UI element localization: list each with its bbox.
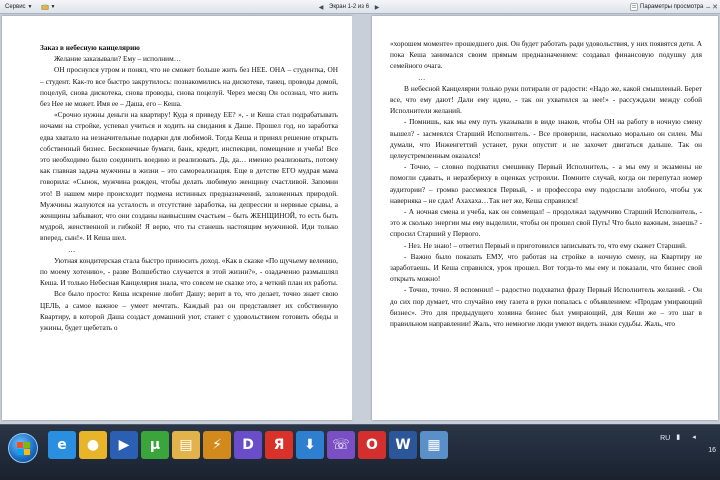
opera-icon: O xyxy=(366,437,378,453)
windows-logo-icon xyxy=(17,442,30,455)
taskbar-app-winamp[interactable]: ⚡ xyxy=(203,431,231,459)
chevron-down-icon: ▼ xyxy=(27,3,33,10)
start-button[interactable] xyxy=(8,433,38,463)
clock[interactable]: 16 xyxy=(708,447,716,454)
page-text-right: «хорошем моменте» прошедшего дня. Он буд… xyxy=(390,38,702,329)
taskbar-app-utorrent[interactable]: µ xyxy=(141,431,169,459)
taskbar-app-image-viewer[interactable]: ▦ xyxy=(420,431,448,459)
paragraph: - Точно, точно. Я вспомнил! – радостно п… xyxy=(390,285,702,329)
taskbar-app-download-app[interactable]: ⬇ xyxy=(296,431,324,459)
chrome-icon: ● xyxy=(86,437,100,453)
paragraph: - Важно было показать ЕМУ, что работая н… xyxy=(390,251,702,284)
system-tray: RU ▮ ◂ 16 xyxy=(660,429,716,473)
paragraph: Все было просто: Кеша искренне любит Даш… xyxy=(40,289,338,333)
internet-explorer-icon: e xyxy=(57,437,67,453)
language-indicator[interactable]: RU xyxy=(660,435,670,442)
paragraph: ОН проснулся утром и понял, что не сможе… xyxy=(40,65,338,109)
chevron-down-icon: ▼ xyxy=(50,3,56,10)
next-screen-button[interactable]: ▶ xyxy=(372,2,382,12)
minimize-icon[interactable]: – xyxy=(706,4,710,11)
page-position: Экран 1-2 из 6 xyxy=(329,4,370,10)
paragraph: «хорошем моменте» прошедшего дня. Он буд… xyxy=(390,39,702,71)
service-label: Сервис xyxy=(5,3,26,10)
taskbar-app-media-player[interactable]: ▶ xyxy=(110,431,138,459)
page-navigator: ◀ Экран 1-2 из 6 ▶ xyxy=(316,1,382,13)
page-gutter xyxy=(352,16,372,420)
close-icon[interactable]: ✕ xyxy=(712,3,718,11)
story-title: Заказ в небесную канцелярию xyxy=(40,43,140,52)
tools-menu-button[interactable]: ▼ xyxy=(38,1,59,13)
paragraph: «Срочно нужны деньги на квартиру! Куда я… xyxy=(40,110,338,243)
window-controls: – ✕ xyxy=(706,1,718,13)
daemon-tools-icon: D xyxy=(242,437,254,453)
winamp-icon: ⚡ xyxy=(212,437,222,453)
paragraph: - Точно, – словно подхватил смешинку Пер… xyxy=(390,162,702,205)
paragraph: - Помнишь, как мы ему путь указывали в в… xyxy=(390,117,702,161)
page-text-left: Заказ в небесную канцелярию Желание заказ… xyxy=(40,42,338,333)
reading-toolbar: Сервис ▼ ▼ ◀ Экран 1-2 из 6 ▶ Параметры … xyxy=(0,0,720,14)
download-app-icon: ⬇ xyxy=(304,437,316,453)
view-options-icon xyxy=(630,3,638,11)
paragraph: - Нез. Не знаю! – ответил Первый и приго… xyxy=(404,240,687,250)
utorrent-icon: µ xyxy=(149,437,161,453)
volume-icon[interactable]: ◂ xyxy=(692,433,702,443)
paragraph: … xyxy=(68,244,76,254)
windows-taskbar: e ● ▶ µ ▤ ⚡ D Я ⬇ ☏ O W ▦ RU ▮ ◂ 16 xyxy=(0,424,720,480)
view-options-button[interactable]: Параметры просмотра xyxy=(627,1,706,13)
taskbar-app-viber[interactable]: ☏ xyxy=(327,431,355,459)
taskbar-app-yandex[interactable]: Я xyxy=(265,431,293,459)
taskbar-app-chrome[interactable]: ● xyxy=(79,431,107,459)
media-player-icon: ▶ xyxy=(118,437,130,453)
yandex-icon: Я xyxy=(273,437,285,453)
taskbar-app-word[interactable]: W xyxy=(389,431,417,459)
paragraph: … xyxy=(418,72,426,82)
image-viewer-icon: ▦ xyxy=(427,437,441,453)
taskbar-app-opera[interactable]: O xyxy=(358,431,386,459)
taskbar-app-internet-explorer[interactable]: e xyxy=(48,431,76,459)
view-options-label: Параметры просмотра xyxy=(640,4,704,10)
paragraph: - А ночная смена и учеба, как он совмеща… xyxy=(390,207,702,239)
taskbar-app-file-explorer[interactable]: ▤ xyxy=(172,431,200,459)
previous-screen-button[interactable]: ◀ xyxy=(316,2,326,12)
paragraph: В небесной Канцелярии только руки потира… xyxy=(390,83,702,116)
paragraph: Желание заказывали? Ему – исполним… xyxy=(54,54,181,64)
file-explorer-icon: ▤ xyxy=(179,437,193,453)
service-menu-button[interactable]: Сервис ▼ xyxy=(2,1,36,13)
word-icon: W xyxy=(395,437,411,453)
paragraph: Уютная кондитерская стала быстро приноси… xyxy=(40,255,338,288)
viber-icon: ☏ xyxy=(332,437,350,453)
tools-icon xyxy=(41,3,48,10)
arrow-left-icon: ◀ xyxy=(318,4,324,11)
taskbar-app-daemon-tools[interactable]: D xyxy=(234,431,262,459)
document-page-right: «хорошем моменте» прошедшего дня. Он буд… xyxy=(372,16,718,420)
document-page-left: Заказ в небесную канцелярию Желание заказ… xyxy=(2,16,352,420)
arrow-right-icon: ▶ xyxy=(374,4,380,11)
network-icon[interactable]: ▮ xyxy=(676,433,686,443)
